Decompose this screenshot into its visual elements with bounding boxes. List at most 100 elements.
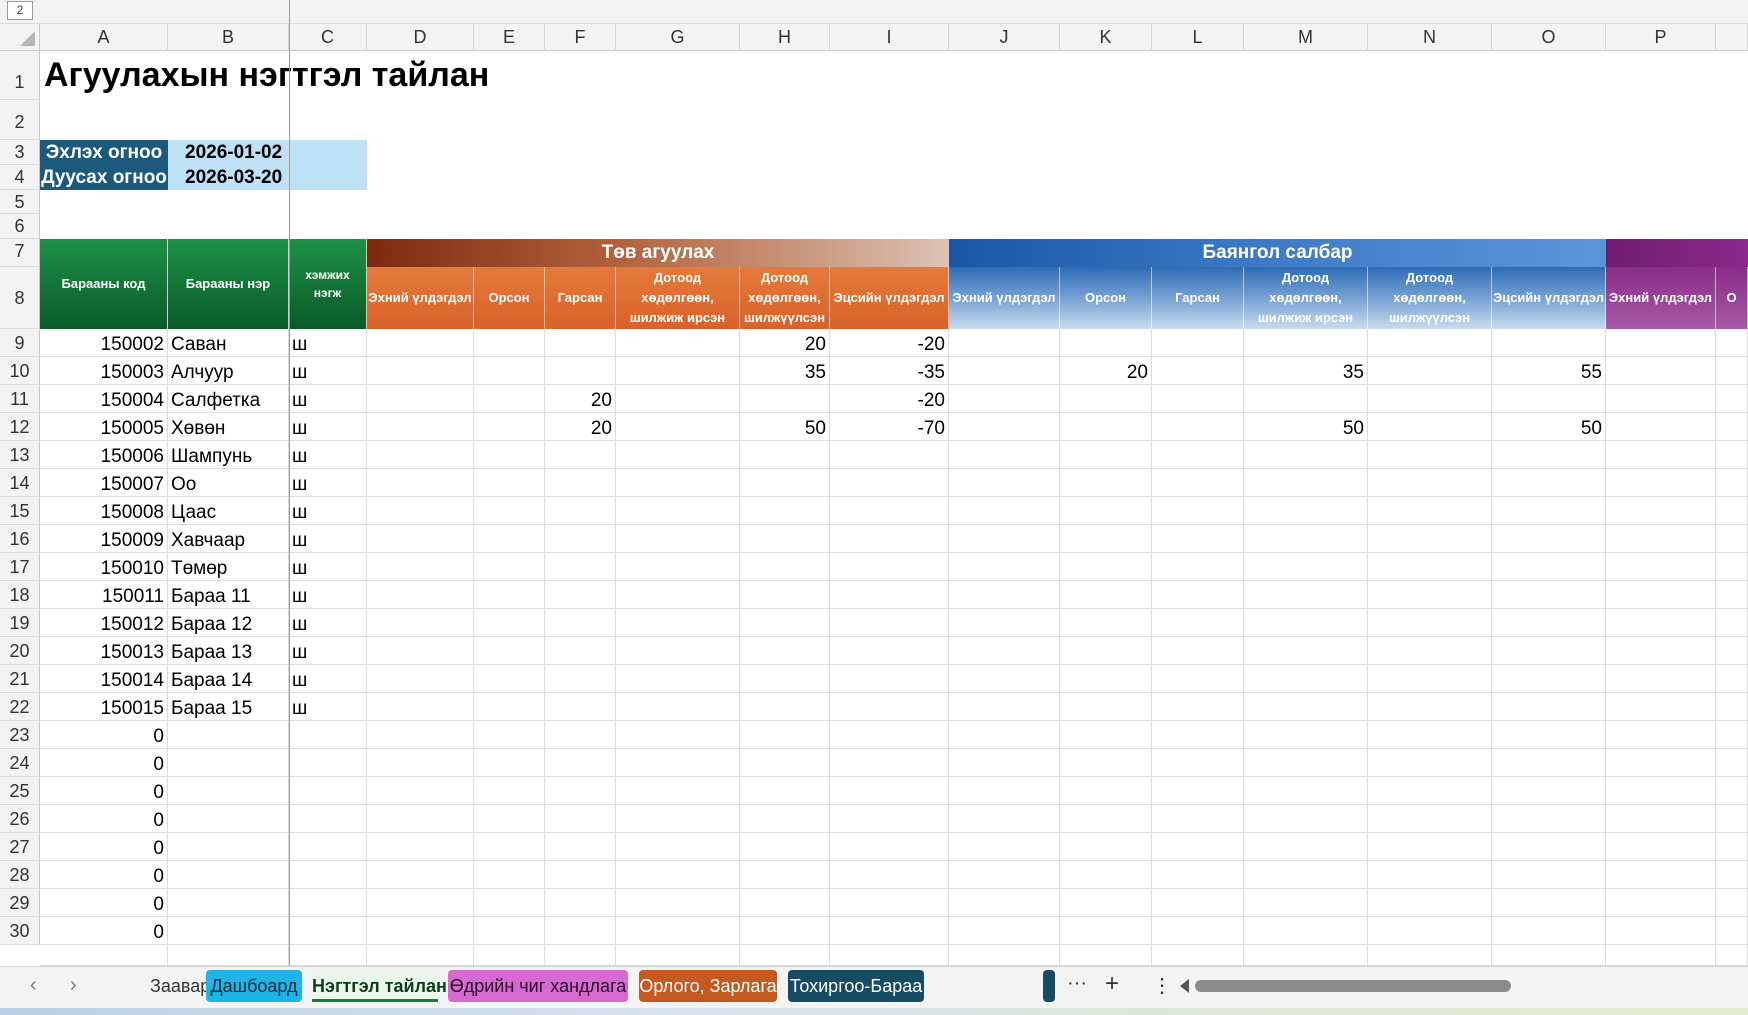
cell-value-k[interactable] xyxy=(1060,609,1151,636)
cell-value-h[interactable] xyxy=(740,385,829,412)
cell-value-h[interactable] xyxy=(740,749,829,776)
cell-value-i[interactable] xyxy=(830,525,948,552)
row-header-5[interactable]: 5 xyxy=(0,190,40,214)
row-header-17[interactable]: 17 xyxy=(0,553,40,581)
cell-value-k[interactable] xyxy=(1060,413,1151,440)
cell-value-o[interactable] xyxy=(1492,385,1605,412)
row-header-24[interactable]: 24 xyxy=(0,749,40,777)
cell-value-m[interactable] xyxy=(1244,889,1367,916)
cell-value-o[interactable]: 55 xyxy=(1492,357,1605,384)
cell-unit[interactable]: ш xyxy=(289,581,366,608)
cell-product-name[interactable] xyxy=(168,889,288,916)
cell-value-i[interactable] xyxy=(830,805,948,832)
cell-value-f[interactable] xyxy=(545,553,615,580)
cell-value-h[interactable] xyxy=(740,525,829,552)
cell-value-i[interactable] xyxy=(830,497,948,524)
cell-value-k[interactable] xyxy=(1060,805,1151,832)
cell-value-m[interactable] xyxy=(1244,609,1367,636)
cell-value-i[interactable] xyxy=(830,889,948,916)
cell-value-f[interactable] xyxy=(545,525,615,552)
cell-value-k[interactable]: 20 xyxy=(1060,357,1151,384)
sheet-tab-6[interactable]: Тохиргоо-Бараа xyxy=(788,970,924,1002)
cell-value-m[interactable] xyxy=(1244,581,1367,608)
cell-value-f[interactable] xyxy=(545,805,615,832)
cell-value-e[interactable] xyxy=(474,497,544,524)
cell-unit[interactable] xyxy=(289,889,366,916)
row-header-6[interactable]: 6 xyxy=(0,214,40,239)
sheet-tab-5[interactable]: Орлого, Зарлага xyxy=(639,970,777,1002)
cell-value-m[interactable]: 35 xyxy=(1244,357,1367,384)
row-header-21[interactable]: 21 xyxy=(0,665,40,693)
cell-value-m[interactable] xyxy=(1244,441,1367,468)
cell-product-name[interactable] xyxy=(168,777,288,804)
cell-unit[interactable]: ш xyxy=(289,469,366,496)
cell-product-name[interactable]: Шампунь xyxy=(168,441,288,468)
cell-value-m[interactable] xyxy=(1244,665,1367,692)
cell-value-k[interactable] xyxy=(1060,693,1151,720)
cell-value-k[interactable] xyxy=(1060,861,1151,888)
cell-value-i[interactable]: -20 xyxy=(830,329,948,356)
cell-value-e[interactable] xyxy=(474,609,544,636)
cell-value-m[interactable] xyxy=(1244,777,1367,804)
cell-unit[interactable] xyxy=(289,861,366,888)
cell-value-k[interactable] xyxy=(1060,889,1151,916)
cell-value-i[interactable] xyxy=(830,469,948,496)
cell-value-i[interactable] xyxy=(830,665,948,692)
cell-unit[interactable] xyxy=(289,805,366,832)
column-header-i[interactable]: I xyxy=(830,24,949,51)
cell-value-i[interactable] xyxy=(830,861,948,888)
cell-value-k[interactable] xyxy=(1060,777,1151,804)
cell-value-f[interactable] xyxy=(545,357,615,384)
cell-value-h[interactable] xyxy=(740,637,829,664)
cell-product-name[interactable]: Бараа 14 xyxy=(168,665,288,692)
cell-value-k[interactable] xyxy=(1060,469,1151,496)
cell-product-code[interactable]: 150013 xyxy=(40,637,167,664)
cell-product-code[interactable]: 0 xyxy=(40,833,167,860)
cell-value-h[interactable]: 35 xyxy=(740,357,829,384)
more-tabs-button[interactable]: ··· xyxy=(1067,972,1087,995)
cell-value-f[interactable] xyxy=(545,609,615,636)
cell-value-i[interactable] xyxy=(830,441,948,468)
cell-unit[interactable]: ш xyxy=(289,693,366,720)
cell-product-name[interactable]: Бараа 12 xyxy=(168,609,288,636)
cell-unit[interactable]: ш xyxy=(289,441,366,468)
cell-value-h[interactable] xyxy=(740,553,829,580)
cell-product-name[interactable]: Бараа 15 xyxy=(168,693,288,720)
cell-product-code[interactable]: 0 xyxy=(40,861,167,888)
cell-product-name[interactable]: Цаас xyxy=(168,497,288,524)
cell-product-code[interactable]: 0 xyxy=(40,749,167,776)
cell-value-k[interactable] xyxy=(1060,833,1151,860)
start-date-value[interactable]: 2026-01-02 xyxy=(168,140,367,165)
cell-product-name[interactable] xyxy=(168,805,288,832)
cell-product-code[interactable]: 150011 xyxy=(40,581,167,608)
column-header-k[interactable]: K xyxy=(1060,24,1152,51)
cell-value-h[interactable] xyxy=(740,917,829,944)
cell-value-e[interactable] xyxy=(474,637,544,664)
row-header-28[interactable]: 28 xyxy=(0,861,40,889)
cell-value-f[interactable] xyxy=(545,721,615,748)
sheet-tab-3[interactable]: Нэгтгэл тайлан xyxy=(312,970,447,1002)
row-header-16[interactable]: 16 xyxy=(0,525,40,553)
row-header-3[interactable]: 3 xyxy=(0,140,40,165)
cell-unit[interactable]: ш xyxy=(289,385,366,412)
cell-value-m[interactable] xyxy=(1244,833,1367,860)
cell-product-code[interactable]: 150004 xyxy=(40,385,167,412)
cell-value-f[interactable] xyxy=(545,833,615,860)
outline-level-button[interactable]: 2 xyxy=(7,1,33,20)
cell-value-m[interactable] xyxy=(1244,469,1367,496)
cell-value-e[interactable] xyxy=(474,805,544,832)
cell-product-name[interactable] xyxy=(168,749,288,776)
cell-value-o[interactable] xyxy=(1492,861,1605,888)
cell-unit[interactable]: ш xyxy=(289,665,366,692)
cell-value-o[interactable] xyxy=(1492,609,1605,636)
cell-value-m[interactable] xyxy=(1244,917,1367,944)
cell-value-k[interactable] xyxy=(1060,441,1151,468)
horizontal-scrollbar[interactable] xyxy=(1195,980,1511,992)
cell-product-name[interactable] xyxy=(168,861,288,888)
tab-menu-button[interactable]: ⋮ xyxy=(1152,973,1172,998)
cell-value-m[interactable] xyxy=(1244,721,1367,748)
cell-unit[interactable]: ш xyxy=(289,525,366,552)
row-header-9[interactable]: 9 xyxy=(0,329,40,357)
cell-value-f[interactable] xyxy=(545,693,615,720)
cell-value-m[interactable] xyxy=(1244,637,1367,664)
